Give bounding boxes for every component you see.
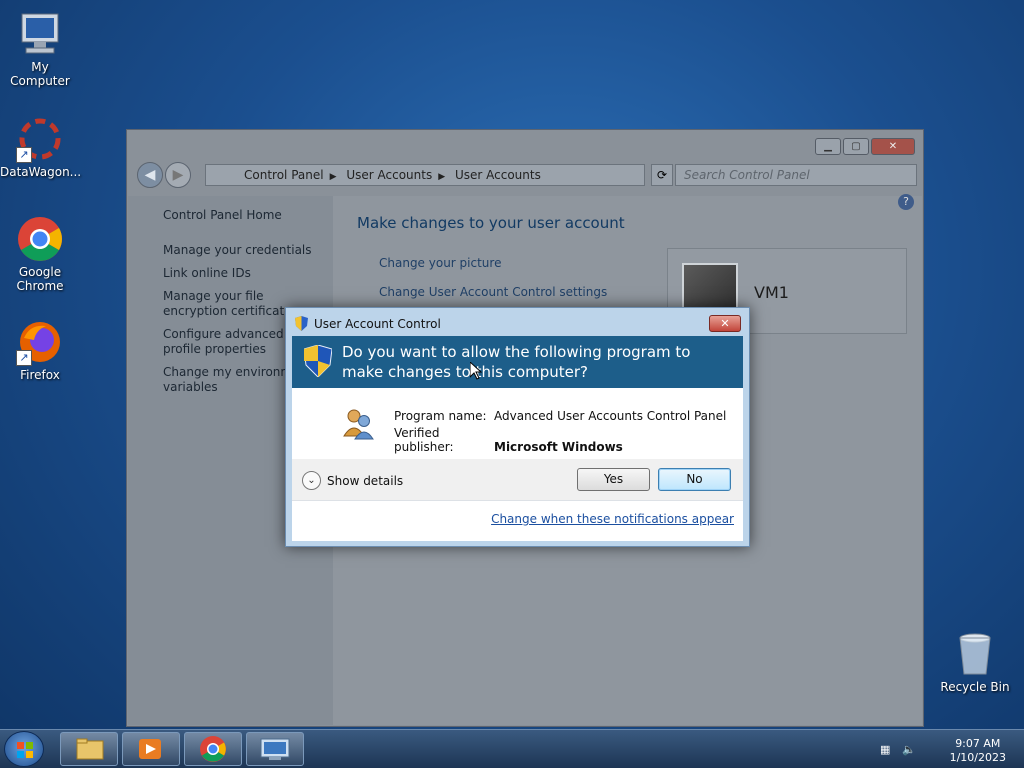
folder-icon	[76, 738, 104, 760]
datawagon-icon: ↗	[16, 115, 64, 163]
forward-button[interactable]: ▶	[165, 162, 191, 188]
taskbar: ▦ 🔈 9:07 AM 1/10/2023	[0, 729, 1024, 768]
mouse-cursor-icon	[470, 362, 482, 380]
user-name: VM1	[754, 283, 789, 302]
control-panel-icon	[260, 738, 290, 760]
desktop-icon-recycle-bin[interactable]: Recycle Bin	[935, 630, 1015, 694]
search-input[interactable]: Search Control Panel	[675, 164, 917, 186]
change-uac-settings-link[interactable]: Change User Account Control settings	[379, 285, 607, 299]
uac-question: Do you want to allow the following progr…	[342, 343, 691, 381]
chevron-down-icon[interactable]: ⌄	[302, 471, 321, 490]
close-button[interactable]: ✕	[709, 315, 741, 332]
breadcrumb-item[interactable]: Control Panel	[244, 168, 324, 182]
navigation-toolbar: ◀ ▶ Control Panel ▶ User Accounts ▶ User A…	[135, 162, 917, 188]
desktop-icon-label: DataWagon...	[0, 165, 82, 179]
minimize-button[interactable]: ▁	[815, 138, 841, 155]
publisher-value: Microsoft Windows	[494, 440, 623, 454]
sidebar-item-online-ids[interactable]: Link online IDs	[163, 266, 323, 281]
page-title: Make changes to your user account	[357, 214, 625, 232]
taskbar-explorer-button[interactable]	[60, 732, 118, 766]
dialog-title: User Account Control	[314, 317, 441, 331]
program-name-label: Program name:	[394, 409, 487, 423]
shortcut-arrow-icon: ↗	[16, 147, 32, 163]
maximize-button[interactable]: ▢	[843, 138, 869, 155]
program-name-row: Program name: Advanced User Accounts Cont…	[394, 409, 726, 423]
chrome-icon	[16, 215, 64, 263]
clock-date: 1/10/2023	[949, 751, 1006, 764]
publisher-row: Verified publisher: Microsoft Windows	[394, 426, 623, 454]
computer-icon	[16, 10, 64, 58]
uac-shield-icon	[304, 345, 332, 377]
desktop-icon-label: Recycle Bin	[940, 680, 1010, 694]
address-bar[interactable]: Control Panel ▶ User Accounts ▶ User Accou…	[205, 164, 645, 186]
clock-time: 9:07 AM	[955, 737, 1001, 750]
help-icon[interactable]: ?	[898, 194, 914, 210]
sidebar-item-credentials[interactable]: Manage your credentials	[163, 243, 323, 258]
uac-body: Program name: Advanced User Accounts Cont…	[292, 388, 743, 541]
publisher-label: Verified publisher:	[394, 426, 454, 454]
windows-logo-icon	[17, 742, 33, 758]
show-details-toggle[interactable]: Show details	[327, 474, 403, 488]
users-icon	[343, 409, 374, 440]
desktop-icon-datawagon[interactable]: ↗ DataWagon...	[0, 115, 82, 179]
desktop-icon-google-chrome[interactable]: Google Chrome	[0, 215, 80, 293]
network-icon[interactable]: ▦	[880, 743, 894, 757]
breadcrumb-item[interactable]: User Accounts	[346, 168, 432, 182]
media-player-icon	[139, 739, 161, 759]
back-button[interactable]: ◀	[137, 162, 163, 188]
dialog-titlebar: User Account Control ✕	[286, 308, 749, 336]
window-titlebar: ▁ ▢ ✕	[127, 130, 923, 160]
desktop-icon-firefox[interactable]: ↗ Firefox	[0, 318, 80, 382]
clock[interactable]: 9:07 AM 1/10/2023	[950, 737, 1006, 765]
refresh-button[interactable]: ⟳	[651, 164, 673, 186]
change-notifications-link[interactable]: Change when these notifications appear	[491, 512, 734, 526]
no-button[interactable]: No	[658, 468, 731, 491]
change-picture-link[interactable]: Change your picture	[379, 256, 501, 270]
desktop-icon-label: My Computer	[10, 60, 70, 88]
close-button[interactable]: ✕	[871, 138, 915, 155]
start-button[interactable]	[4, 731, 44, 767]
shortcut-arrow-icon: ↗	[16, 350, 32, 366]
taskbar-control-panel-button[interactable]	[246, 732, 304, 766]
volume-icon[interactable]: 🔈	[902, 743, 916, 757]
taskbar-media-player-button[interactable]	[122, 732, 180, 766]
program-name-value: Advanced User Accounts Control Panel	[494, 409, 727, 423]
desktop-icon-my-computer[interactable]: My Computer	[0, 10, 80, 88]
breadcrumb-item[interactable]: User Accounts	[455, 168, 541, 182]
recycle-bin-icon	[951, 630, 999, 678]
shield-icon	[295, 316, 308, 331]
uac-banner: Do you want to allow the following progr…	[292, 336, 743, 388]
desktop-icon-label: Google Chrome	[16, 265, 64, 293]
uac-dialog: User Account Control ✕ Do you want to al…	[285, 307, 750, 547]
yes-button[interactable]: Yes	[577, 468, 650, 491]
taskbar-chrome-button[interactable]	[184, 732, 242, 766]
chrome-icon	[200, 736, 226, 762]
system-tray: ▦ 🔈 9:07 AM 1/10/2023	[876, 734, 1016, 766]
desktop-icon-label: Firefox	[20, 368, 60, 382]
sidebar-item-control-panel-home[interactable]: Control Panel Home	[163, 208, 323, 223]
details-bar: ⌄ Show details Yes No	[292, 459, 743, 501]
firefox-icon: ↗	[16, 318, 64, 366]
